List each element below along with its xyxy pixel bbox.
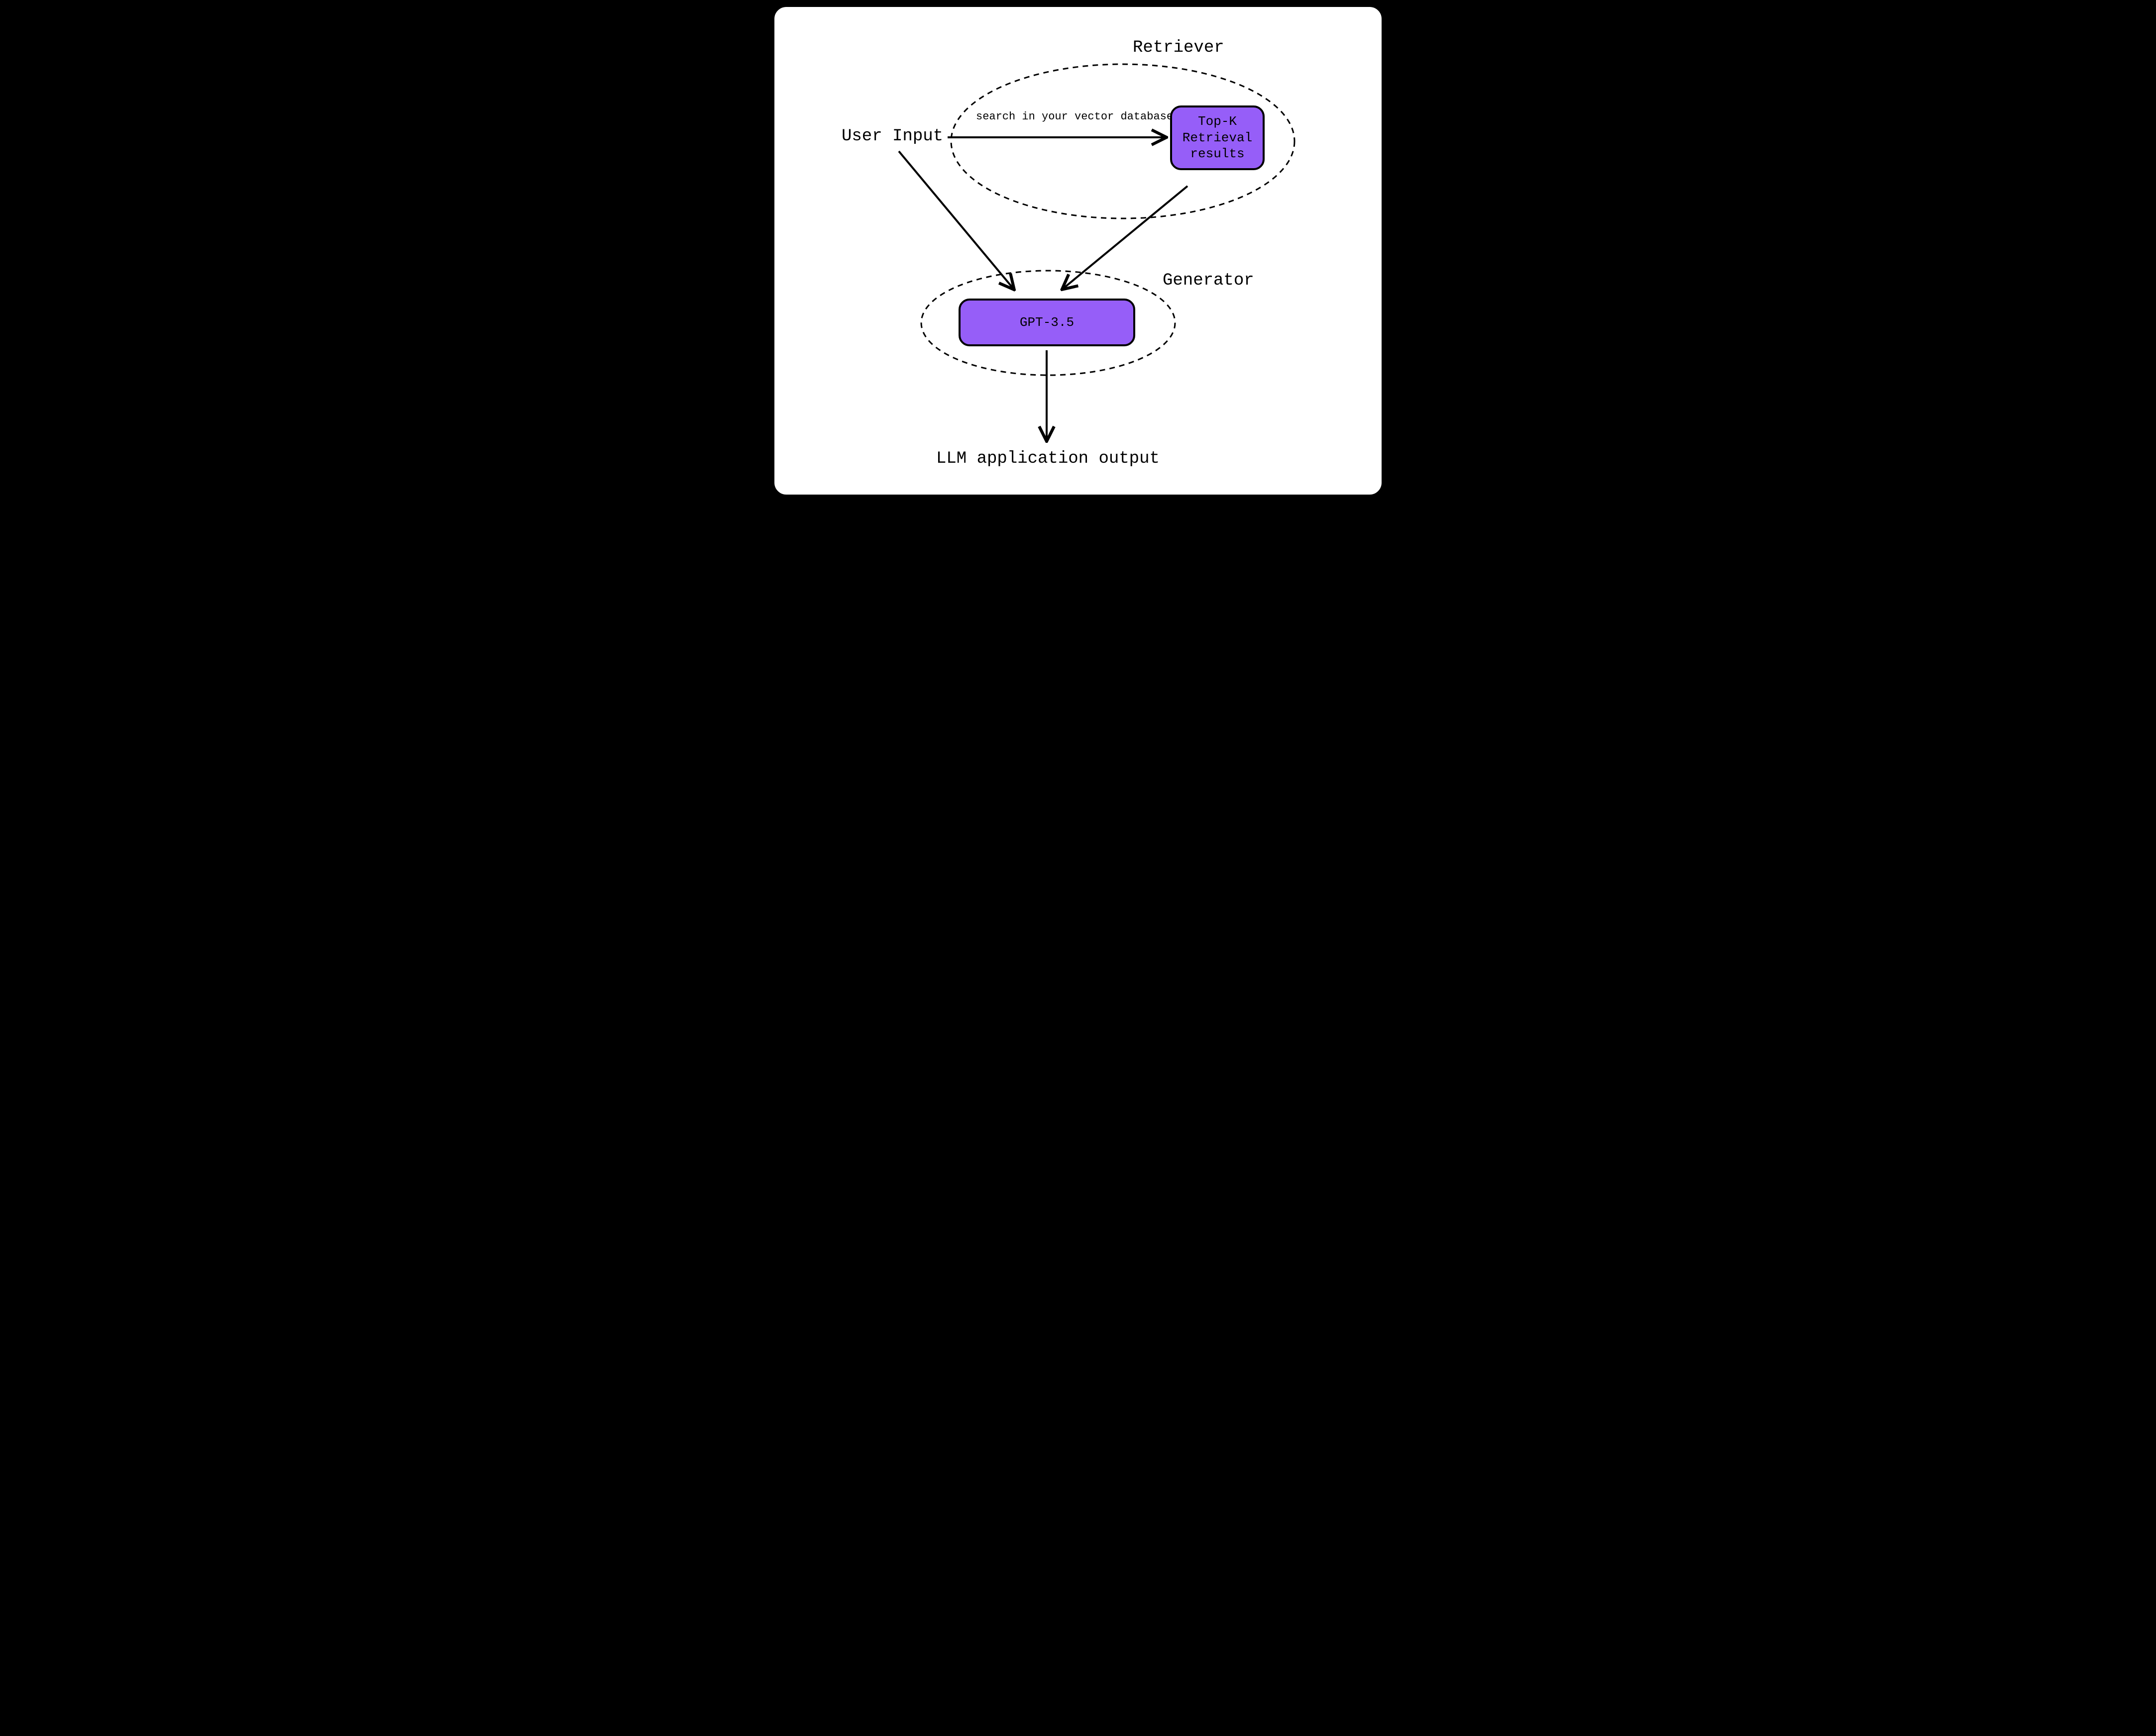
arrow-userinput-gpt [899, 151, 1013, 289]
diagram-frame: Retriever Generator User Input search in… [771, 4, 1385, 498]
output-label: LLM application output [936, 449, 1160, 469]
gpt-node: GPT-3.5 [959, 299, 1135, 346]
search-hint-label: search in your vector database [976, 110, 1173, 123]
topk-node: Top-KRetrievalresults [1170, 105, 1265, 170]
retriever-label: Retriever [1133, 38, 1224, 58]
generator-label: Generator [1163, 271, 1254, 291]
diagram-canvas [774, 7, 1382, 495]
user-input-label: User Input [842, 126, 943, 147]
